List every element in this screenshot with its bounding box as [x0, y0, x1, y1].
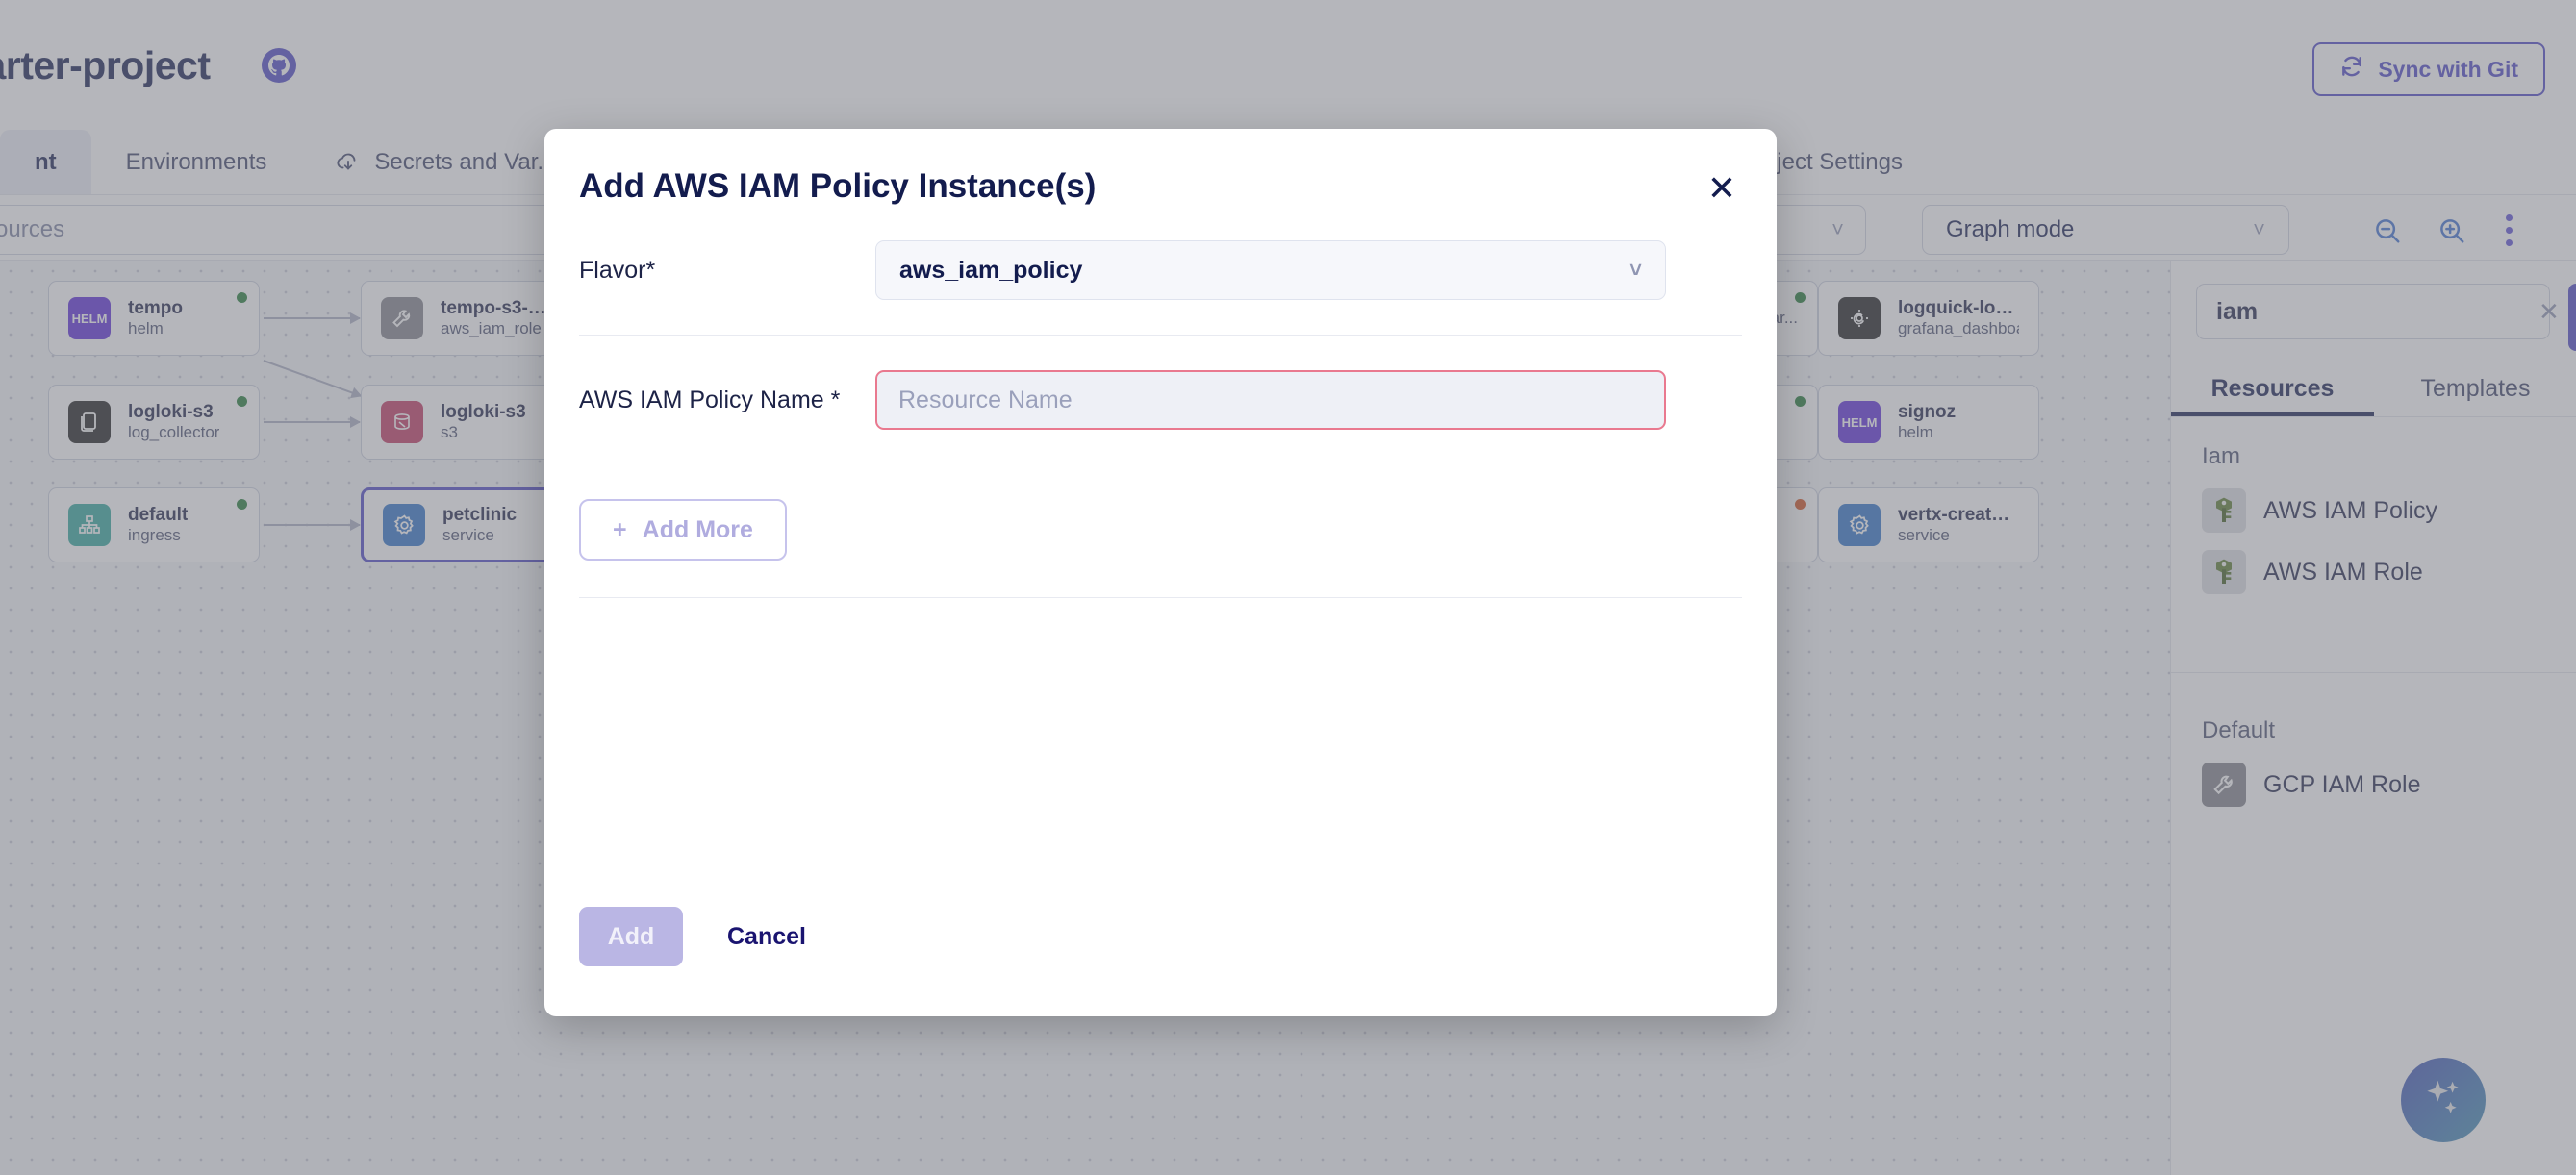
policy-name-label: AWS IAM Policy Name *: [579, 386, 841, 413]
add-more-label: Add More: [642, 515, 753, 543]
modal-header: Add AWS IAM Policy Instance(s) ✕: [579, 129, 1742, 206]
cancel-button[interactable]: Cancel: [704, 923, 829, 951]
add-resource-modal: Add AWS IAM Policy Instance(s) ✕ Flavor*…: [544, 129, 1777, 1016]
policy-name-field[interactable]: [875, 370, 1666, 430]
flavor-select[interactable]: aws_iam_policy ˅: [875, 240, 1666, 300]
chevron-down-icon: ˅: [1629, 258, 1642, 282]
plus-icon: +: [613, 515, 627, 543]
flavor-row: Flavor* aws_iam_policy ˅: [579, 206, 1742, 335]
add-button[interactable]: Add: [579, 907, 683, 966]
divider: [579, 597, 1742, 598]
flavor-select-value: aws_iam_policy: [899, 256, 1083, 284]
close-icon[interactable]: ✕: [1707, 171, 1736, 206]
flavor-label: Flavor*: [579, 256, 656, 284]
policy-name-input[interactable]: [898, 386, 1643, 414]
add-more-button[interactable]: + Add More: [579, 499, 787, 561]
modal-footer: Add Cancel: [579, 907, 829, 966]
modal-title: Add AWS IAM Policy Instance(s): [579, 167, 1097, 205]
policy-name-row: AWS IAM Policy Name *: [579, 336, 1742, 464]
app-root: starter-project Sync with Git nt Environ…: [0, 0, 2576, 1175]
